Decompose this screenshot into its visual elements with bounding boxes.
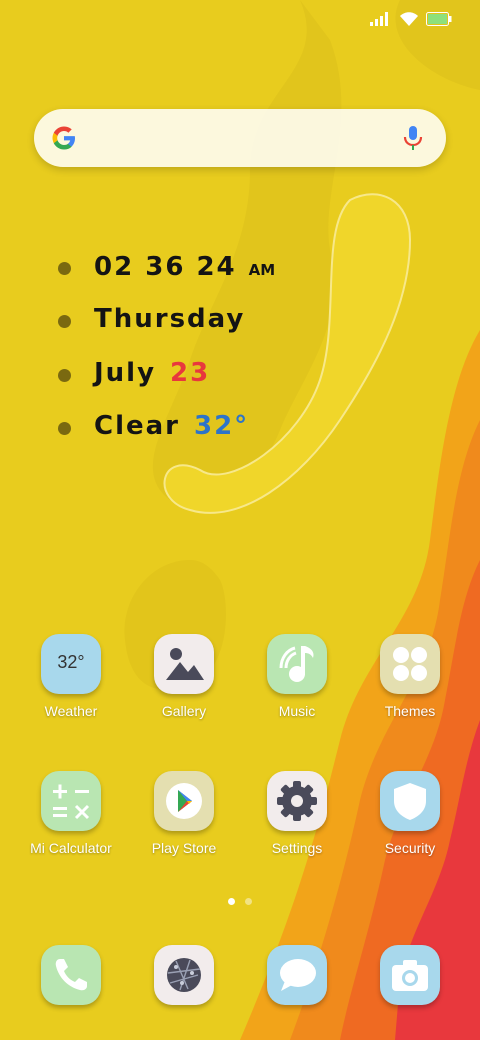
camera-icon (380, 945, 440, 1005)
day-text: 23 (170, 358, 211, 388)
mic-icon[interactable] (402, 125, 424, 151)
bullet-dot (58, 422, 71, 435)
weekday-text: Thursday (94, 304, 246, 334)
shield-icon (380, 771, 440, 831)
month-text: July (94, 358, 157, 388)
calculator-icon (41, 771, 101, 831)
app-security[interactable]: Security (360, 771, 460, 856)
weekday-row: Thursday (94, 304, 245, 334)
messages-icon (267, 945, 327, 1005)
weather-badge: 32° (57, 652, 85, 672)
wifi-icon (400, 12, 418, 26)
app-label: Themes (384, 703, 436, 719)
app-label: Play Store (151, 840, 217, 856)
phone-icon (41, 945, 101, 1005)
dock-messages[interactable] (247, 945, 347, 1005)
app-label: Music (278, 703, 316, 719)
app-settings[interactable]: Settings (247, 771, 347, 856)
time-row: 02 36 24 AM (94, 252, 275, 282)
temperature-text: 32° (194, 411, 250, 441)
app-label: Mi Calculator (30, 840, 112, 856)
gallery-icon (154, 634, 214, 694)
bullet-dot (58, 315, 71, 328)
gear-icon (267, 771, 327, 831)
weather-row: Clear 32° (94, 411, 249, 441)
ampm-text: AM (248, 261, 276, 279)
app-label: Settings (271, 840, 323, 856)
battery-icon (426, 12, 452, 26)
status-bar (370, 12, 452, 26)
app-play-store[interactable]: Play Store (134, 771, 234, 856)
signal-icon (370, 12, 388, 26)
app-mi-calculator[interactable]: Mi Calculator (21, 771, 121, 856)
app-label: Gallery (161, 703, 207, 719)
dock-browser[interactable] (134, 945, 234, 1005)
play-store-icon (154, 771, 214, 831)
google-logo (52, 126, 75, 150)
condition-text: Clear (94, 411, 180, 441)
time-text: 02 36 24 (94, 252, 237, 282)
app-music[interactable]: Music (247, 634, 347, 719)
browser-icon (154, 945, 214, 1005)
page-indicator[interactable] (228, 898, 252, 905)
dock-camera[interactable] (360, 945, 460, 1005)
page-dot-active[interactable] (228, 898, 235, 905)
weather-icon: 32° (41, 634, 101, 694)
page-dot[interactable] (245, 898, 252, 905)
bullet-dot (58, 262, 71, 275)
dock-phone[interactable] (21, 945, 121, 1005)
bullet-dot (58, 369, 71, 382)
app-themes[interactable]: Themes (360, 634, 460, 719)
app-gallery[interactable]: Gallery (134, 634, 234, 719)
google-search-bar[interactable] (34, 109, 446, 167)
music-icon (267, 634, 327, 694)
app-label: Weather (44, 703, 98, 719)
themes-icon (380, 634, 440, 694)
app-label: Security (384, 840, 436, 856)
app-weather[interactable]: 32° Weather (21, 634, 121, 719)
date-row: July 23 (94, 358, 210, 388)
